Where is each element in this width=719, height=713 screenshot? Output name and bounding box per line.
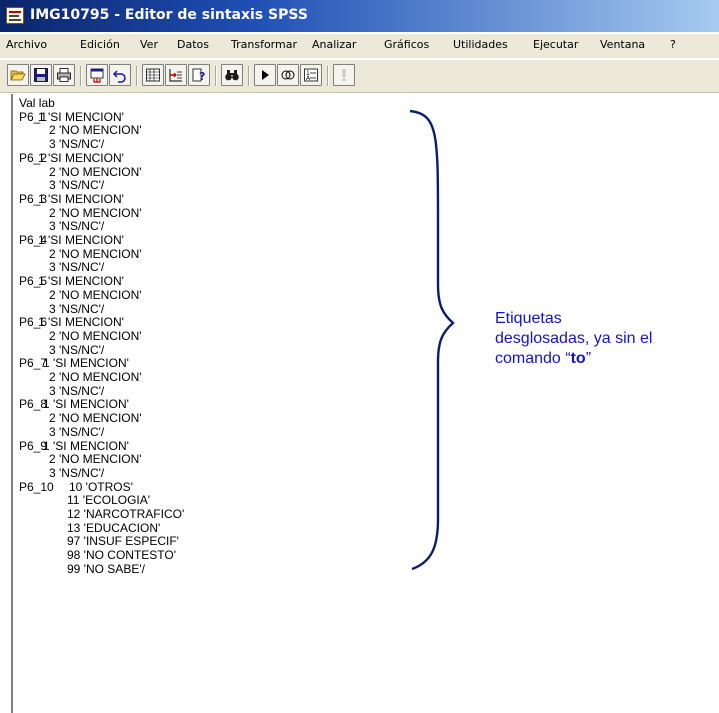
svg-text:?: ? <box>199 70 205 83</box>
value-label-line: 3 'NS/NC'/ <box>49 424 105 439</box>
run-icon[interactable] <box>254 64 276 86</box>
annotation-line-2: desglosadas, ya sin el <box>495 330 653 347</box>
value-label-line: 2 'NO MENCION' <box>49 328 142 343</box>
find-binoculars-icon[interactable] <box>221 64 243 86</box>
menu-utilidades[interactable]: Utilidades <box>453 38 508 51</box>
value-label-line: 3 'NS/NC'/ <box>49 219 105 234</box>
toolbar-separator <box>327 66 329 86</box>
value-label-line: 10 'OTROS' <box>69 479 133 494</box>
menu-ventana[interactable]: Ventana <box>600 38 645 51</box>
annotation-note: Etiquetas desglosadas, ya sin el comando… <box>495 309 715 369</box>
value-label-line: 1 'SI MENCION' <box>38 315 124 330</box>
save-disk-icon[interactable] <box>30 64 52 86</box>
menu-archivo[interactable]: Archivo <box>6 38 47 51</box>
designate-window-icon[interactable] <box>333 64 355 86</box>
menu-ayuda[interactable]: ? <box>670 38 676 51</box>
value-label-line: 3 'NS/NC'/ <box>49 137 105 152</box>
value-label-line: 1 'SI MENCION' <box>38 109 124 124</box>
annotation-suffix: ” <box>585 350 592 367</box>
toolbar-separator <box>80 66 82 86</box>
value-label-line: 3 'NS/NC'/ <box>49 178 105 193</box>
use-sets-icon[interactable] <box>277 64 299 86</box>
value-label-line: 2 'NO MENCION' <box>49 370 142 384</box>
value-labels-icon[interactable]: 1A <box>300 64 322 86</box>
value-label-line: 3 'NS/NC'/ <box>49 260 105 275</box>
value-label-line: 97 'INSUF ESPECIF' <box>67 534 179 549</box>
print-icon[interactable] <box>53 64 75 86</box>
value-label-line: 2 'NO MENCION' <box>49 411 142 426</box>
open-folder-icon[interactable] <box>7 64 29 86</box>
value-label-line: 3 'NS/NC'/ <box>49 301 105 316</box>
value-label-line: 1 'SI MENCION' <box>38 191 124 206</box>
goto-case-icon[interactable] <box>165 64 187 86</box>
value-label-line: 1 'SI MENCION' <box>43 438 129 453</box>
value-label-line: 2 'NO MENCION' <box>49 452 142 467</box>
menu-ver[interactable]: Ver <box>140 38 158 51</box>
value-label-line: 1 'SI MENCION' <box>38 233 124 247</box>
toolbar-separator <box>215 66 217 86</box>
data-table-icon[interactable] <box>142 64 164 86</box>
value-label-line: 3 'NS/NC'/ <box>49 465 105 480</box>
value-label-line: 1 'SI MENCION' <box>43 397 129 412</box>
value-label-line: 1 'SI MENCION' <box>38 274 124 289</box>
syntax-editor-area[interactable]: Val lab P6_1 1 'SI MENCION' 2 'NO MENCION' 3… <box>11 94 719 713</box>
value-label-line: 11 'ECOLOGIA' <box>67 493 151 508</box>
value-label-line: 2 'NO MENCION' <box>49 164 142 179</box>
menu-datos[interactable]: Datos <box>177 38 209 51</box>
value-label-line: 2 'NO MENCION' <box>49 287 142 302</box>
menu-graficos[interactable]: Gráficos <box>384 38 429 51</box>
value-label-line: 99 'NO SABE'/ <box>67 561 145 576</box>
title-bar[interactable]: IMG10795 - Editor de sintaxis SPSS <box>0 0 719 32</box>
menu-analizar[interactable]: Analizar <box>312 38 356 51</box>
variables-icon[interactable]: ? <box>188 64 210 86</box>
spss-syntax-icon[interactable] <box>6 7 24 24</box>
undo-icon[interactable] <box>109 64 131 86</box>
value-label-line: 3 'NS/NC'/ <box>49 342 105 357</box>
annotation-line-1: Etiquetas <box>495 310 562 327</box>
annotation-keyword: to <box>570 350 586 367</box>
value-label-line: 2 'NO MENCION' <box>49 205 142 220</box>
toolbar-separator <box>248 66 250 86</box>
value-label-line: 3 'NS/NC'/ <box>49 383 105 398</box>
toolbar-separator <box>136 66 138 86</box>
annotation-prefix: comando “ <box>495 350 571 367</box>
value-label-line: 2 'NO MENCION' <box>49 246 142 261</box>
menu-bar: Archivo Edición Ver Datos Transformar An… <box>0 34 719 58</box>
dialog-recall-icon[interactable] <box>86 64 108 86</box>
spss-syntax-editor-window: IMG10795 - Editor de sintaxis SPSS Archi… <box>0 0 719 713</box>
annotation-line-3: comando “to” <box>495 349 715 369</box>
value-label-line: 13 'EDUCACION' <box>67 520 161 535</box>
menu-ejecutar[interactable]: Ejecutar <box>533 38 578 51</box>
window-title: IMG10795 - Editor de sintaxis SPSS <box>30 7 308 23</box>
value-label-line: 98 'NO CONTESTO' <box>67 548 177 563</box>
value-label-line: 1 'SI MENCION' <box>38 150 124 165</box>
menu-edicion[interactable]: Edición <box>80 38 120 51</box>
value-label-line: 2 'NO MENCION' <box>49 123 142 138</box>
toolbar: ? 1A <box>0 60 719 93</box>
syntax-command: Val lab <box>19 96 55 110</box>
menu-transformar[interactable]: Transformar <box>231 38 297 51</box>
value-label-line: 1 'SI MENCION' <box>43 356 129 371</box>
variable-name: P6_10 <box>19 479 54 494</box>
value-label-line: 12 'NARCOTRAFICO' <box>67 507 185 521</box>
